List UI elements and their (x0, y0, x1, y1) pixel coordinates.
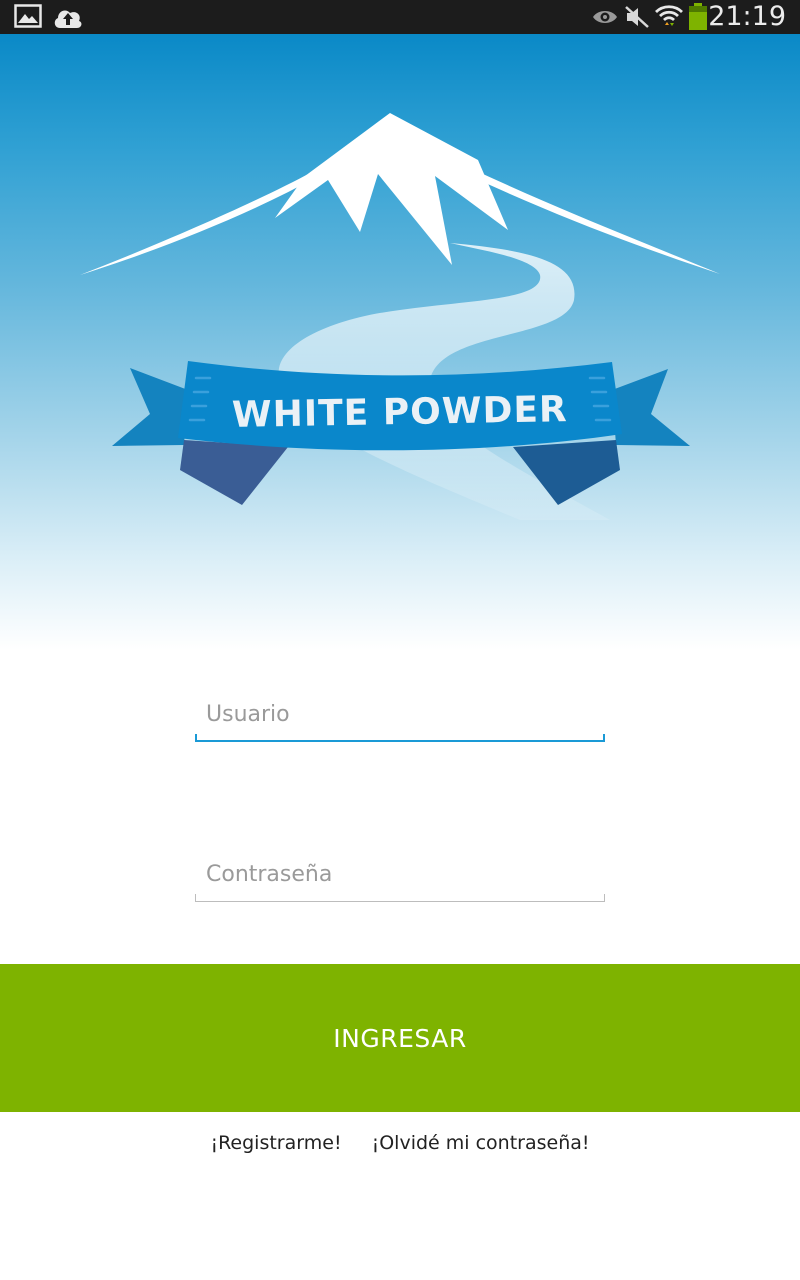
login-button[interactable]: INGRESAR (0, 964, 800, 1112)
auth-links: ¡Registrarme! ¡Olvidé mi contraseña! (0, 1132, 800, 1154)
mountain-slope-left (80, 172, 318, 275)
battery-icon (688, 3, 708, 35)
ribbon-left-tail (112, 368, 188, 446)
wifi-icon (654, 3, 684, 35)
username-underline (195, 734, 605, 742)
register-link[interactable]: ¡Registrarme! (210, 1132, 341, 1154)
white-powder-logo: WHITE POWDER (80, 113, 720, 520)
logo-title: WHITE POWDER (232, 389, 568, 436)
snow-cap (275, 113, 508, 265)
username-field[interactable] (195, 692, 605, 742)
forgot-password-link[interactable]: ¡Olvidé mi contraseña! (372, 1132, 590, 1154)
hero-banner: WHITE POWDER (0, 34, 800, 650)
eye-icon (592, 8, 618, 30)
mute-icon (624, 5, 650, 33)
ribbon-left-fold (180, 440, 288, 505)
status-bar: 21:19 (0, 0, 800, 34)
gallery-icon (14, 4, 42, 32)
username-input[interactable] (195, 692, 605, 736)
status-time: 21:19 (708, 1, 786, 32)
password-input[interactable] (195, 852, 605, 896)
password-underline (195, 894, 605, 902)
ribbon-right-tail (612, 369, 690, 446)
password-field[interactable] (195, 852, 605, 902)
cloud-upload-icon (52, 4, 84, 34)
